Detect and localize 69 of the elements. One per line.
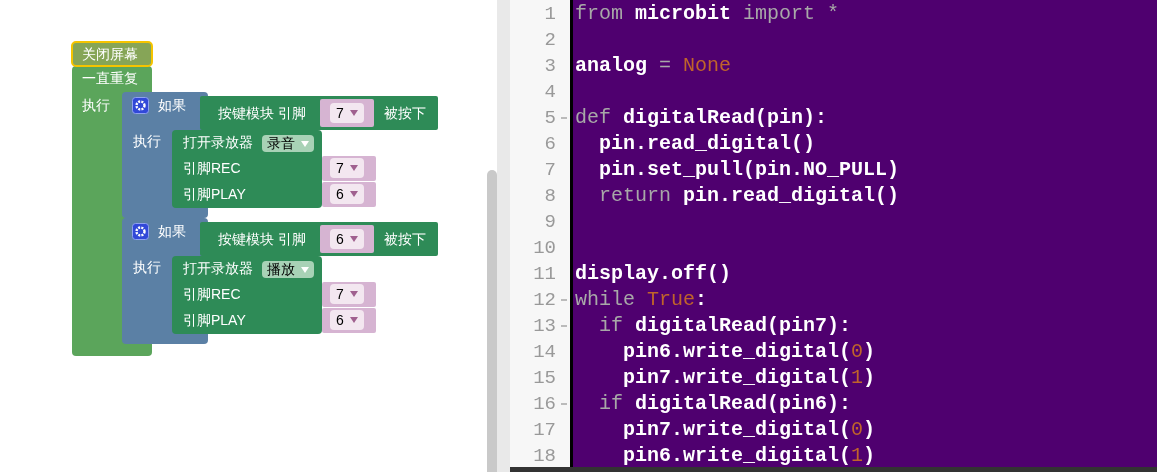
code-line: if digitalRead(pin7): [598, 314, 852, 337]
gear-icon[interactable] [132, 223, 149, 240]
line-number: 18 [533, 445, 556, 467]
scrollbar-thumb[interactable] [487, 170, 497, 472]
line-number: 7 [544, 159, 556, 181]
code-line: analog = None [575, 54, 732, 77]
line-number: 15 [533, 367, 556, 389]
block-label: 引脚PLAY [183, 185, 246, 203]
pin-dropdown[interactable]: 6 [330, 310, 364, 330]
line-number: 17 [533, 419, 556, 441]
block-label: 被按下 [384, 230, 426, 248]
caret-icon [349, 317, 358, 323]
line-number: 9 [544, 211, 556, 233]
gear-icon[interactable] [132, 97, 149, 114]
block-label: 引脚REC [183, 285, 241, 303]
code-line: if digitalRead(pin6): [598, 392, 852, 415]
block-label: 被按下 [384, 104, 426, 122]
block-label: 打开录放器 [183, 133, 253, 151]
code-line: pin.read_digital() [598, 132, 816, 155]
mode-dropdown[interactable]: 播放 [262, 261, 314, 278]
code-line: from microbit import * [575, 2, 840, 25]
line-number: 13 [533, 315, 556, 337]
line-number: 14 [533, 341, 556, 363]
code-line: pin7.write_digital(1) [622, 366, 876, 389]
line-number: 5 [544, 107, 556, 129]
caret-icon [301, 140, 309, 147]
pin-dropdown[interactable]: 7 [330, 158, 364, 178]
caret-icon [349, 165, 358, 171]
code-line: return pin.read_digital() [598, 184, 900, 207]
line-number: 6 [544, 133, 556, 155]
line-number: 4 [544, 81, 556, 103]
pin-dropdown[interactable]: 7 [330, 103, 364, 123]
pin-dropdown[interactable]: 6 [330, 229, 364, 249]
code-line: pin6.write_digital(0) [622, 340, 876, 363]
line-number: 12 [533, 289, 556, 311]
line-number: 16 [533, 393, 556, 415]
block-label: 按键模块 引脚 [218, 104, 306, 122]
splitter-bar[interactable] [497, 0, 510, 472]
mode-dropdown[interactable]: 录音 [262, 135, 314, 152]
block-label: 执行 [133, 132, 161, 150]
block-label: 按键模块 引脚 [218, 230, 306, 248]
caret-icon [301, 266, 309, 273]
code-line: def digitalRead(pin): [575, 106, 828, 129]
code-line: pin6.write_digital(1) [622, 444, 876, 467]
block-label: 关闭屏幕 [82, 45, 138, 63]
code-line: pin.set_pull(pin.NO_PULL) [598, 158, 900, 181]
caret-icon [349, 191, 358, 197]
line-number: 1 [544, 3, 556, 25]
block-label: 如果 [158, 222, 186, 240]
code-line: while True: [575, 288, 708, 311]
line-number: 3 [544, 55, 556, 77]
block-label: 执行 [82, 96, 110, 114]
line-number: 10 [533, 237, 556, 259]
caret-icon [349, 236, 358, 242]
block-label: 一直重复 [82, 69, 138, 87]
block-label: 打开录放器 [183, 259, 253, 277]
block-label: 执行 [133, 258, 161, 276]
line-number: 11 [533, 263, 556, 285]
block-label: 引脚REC [183, 159, 241, 177]
caret-icon [349, 110, 358, 116]
line-number: 8 [544, 185, 556, 207]
pin-dropdown[interactable]: 6 [330, 184, 364, 204]
pin-dropdown[interactable]: 7 [330, 284, 364, 304]
block-label: 如果 [158, 96, 186, 114]
block-label: 引脚PLAY [183, 311, 246, 329]
code-line: pin7.write_digital(0) [622, 418, 876, 441]
line-number: 2 [544, 29, 556, 51]
caret-icon [349, 291, 358, 297]
code-line: display.off() [575, 262, 732, 285]
